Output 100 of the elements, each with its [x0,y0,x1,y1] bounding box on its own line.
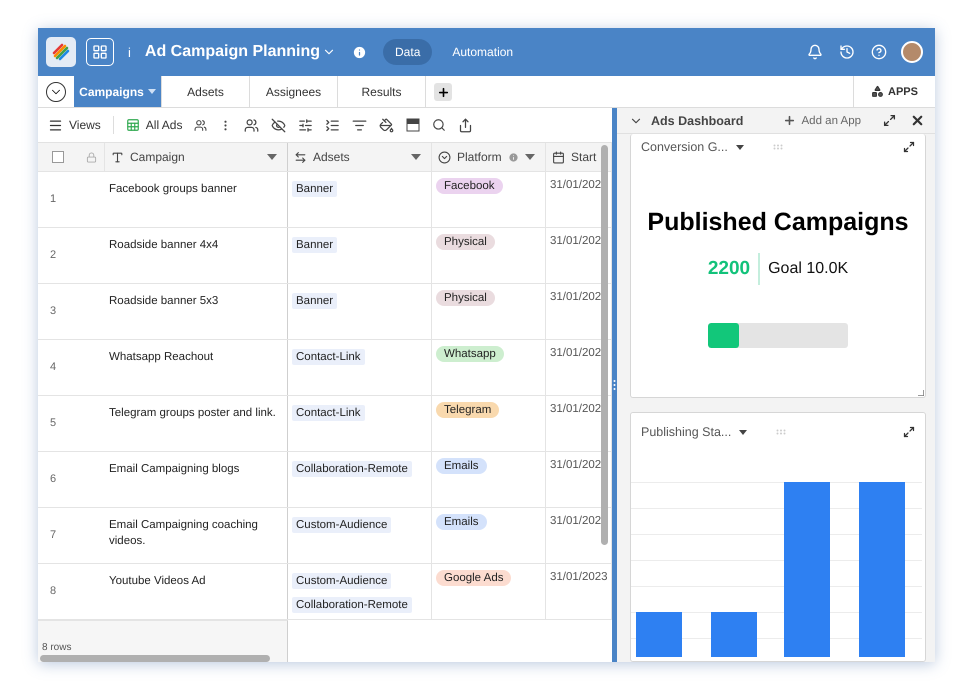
caret-icon[interactable] [267,154,277,160]
people-icon[interactable] [194,118,208,132]
row-number: 1 [49,192,58,207]
users-icon[interactable] [244,118,260,132]
adset-tag: Custom-Audience [292,573,392,589]
goal-target: Goal 10.0K [767,260,848,278]
chevron-down-icon [46,82,66,102]
help-icon[interactable] [871,44,887,60]
caret-icon[interactable] [411,154,421,160]
add-app-button[interactable]: Add an App [782,114,861,127]
sliders-icon[interactable] [298,118,314,132]
lock-icon [86,152,97,162]
resize-handle-icon[interactable] [918,390,924,396]
platform-tag: Facebook [436,178,503,194]
column-header[interactable]: Platform [457,150,502,164]
plus-icon [436,86,450,98]
select-all-checkbox[interactable] [52,151,64,163]
base-title[interactable]: Ad Campaign Planning [144,43,336,61]
horizontal-scrollbar[interactable] [40,655,270,662]
platform-tag: Emails [436,458,487,474]
table-cell: 31/01/202 [550,291,602,303]
info-label[interactable]: i [128,44,131,60]
nav-tab[interactable]: Automation [440,39,526,65]
row-count: 8 rows [41,642,72,653]
info-icon[interactable] [352,44,368,60]
list-icon[interactable] [325,118,340,132]
table-cell: 31/01/202 [550,179,602,191]
app-logo[interactable] [46,37,76,67]
table-tab[interactable]: Campaigns [74,76,162,107]
row-number: 8 [49,584,58,599]
table-cell: 31/01/202 [550,235,602,247]
platform-tag: Telegram [436,402,500,418]
adset-tag: Banner [292,237,338,253]
table-cell: 31/01/202 [550,515,602,527]
row-number: 4 [49,360,58,375]
row-number: 3 [49,304,58,319]
adset-tag: Collaboration-Remote [292,461,412,477]
add-tab-button[interactable] [434,83,452,101]
table-cell-text: Telegram groups poster and link. [109,406,276,421]
widget-title[interactable]: Publishing Sta... [641,425,748,439]
views-button[interactable]: Views [48,118,101,132]
view-selector[interactable]: All Ads [126,118,182,132]
search-icon[interactable] [432,118,446,132]
share-icon[interactable] [458,118,474,132]
adset-tag: Custom-Audience [292,517,392,533]
grid-view-icon [126,118,140,132]
close-icon[interactable] [910,113,925,128]
adset-tag: Contact-Link [292,405,365,421]
nav-tab[interactable]: Data [383,39,432,65]
filter-icon[interactable] [352,118,368,132]
table-cell: 31/01/202 [550,347,602,359]
platform-tag: Physical [436,290,495,306]
table-cell-text: Email Campaigning blogs [109,462,240,477]
column-header[interactable]: Adsets [313,150,405,164]
grid-icon [92,44,108,60]
caret-icon[interactable] [525,154,535,160]
apps-grid-button[interactable] [86,38,114,66]
logo-icon [51,42,71,62]
adset-tag: Banner [292,181,338,197]
platform-tag: Emails [436,514,487,530]
goal-value: 2200 [708,253,760,285]
text-type-icon [111,150,124,164]
caret-icon [736,144,744,150]
adset-tag: Contact-Link [292,349,365,365]
table-cell-text: Roadside banner 5x3 [109,294,218,309]
table-cell-text: Youtube Videos Ad [109,574,206,589]
calendar-icon [552,150,565,164]
table-cell: 31/01/202 [550,403,602,415]
paint-bucket-icon[interactable] [379,118,394,132]
table-cell-text: Email Campaigning coaching videos. [109,518,259,549]
table-cell-text: Whatsapp Reachout [109,350,214,365]
column-header[interactable]: Start [571,150,605,164]
adset-tag: Banner [292,293,338,309]
user-avatar[interactable] [901,41,923,63]
expand-icon[interactable] [903,426,915,438]
adset-tag: Collaboration-Remote [292,597,412,613]
platform-tag: Physical [436,234,495,250]
table-cell: 31/01/2023 [550,571,608,583]
swap-arrows-icon [294,150,307,164]
row-number: 7 [49,528,58,543]
row-number: 2 [49,248,58,263]
caret-icon [148,89,156,94]
notification-bell-icon[interactable] [807,44,823,60]
column-header[interactable]: Campaign [130,150,261,164]
table-cell-text: Roadside banner 4x4 [109,238,218,253]
dropdown-circle-icon [438,150,451,164]
history-icon[interactable] [839,44,855,60]
row-number: 5 [49,416,58,431]
hide-fields-icon[interactable] [271,118,286,132]
caret-icon [739,430,748,434]
vertical-scrollbar[interactable] [601,145,608,545]
row-height-icon[interactable] [406,118,420,132]
dashboard-title: Ads Dashboard [651,114,744,128]
plus-icon [782,114,796,127]
expand-icon[interactable] [903,141,915,153]
widget-title[interactable]: Conversion G... [641,140,744,154]
goal-heading: Published Campaigns [646,208,910,237]
drag-handle-icon[interactable] [613,379,616,391]
expand-icon[interactable] [883,114,896,127]
table-cell-text: Facebook groups banner [109,182,237,197]
